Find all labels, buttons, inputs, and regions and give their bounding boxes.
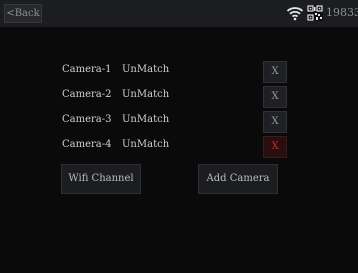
- add-camera-button[interactable]: Add Camera: [198, 164, 278, 194]
- remove-camera-2-button[interactable]: X: [263, 86, 287, 108]
- wifi-icon: [286, 7, 304, 21]
- camera-name: Camera-3: [62, 114, 112, 125]
- camera-status: UnMatch: [122, 89, 170, 100]
- remove-camera-1-button[interactable]: X: [263, 61, 287, 83]
- camera-name: Camera-1: [62, 64, 112, 75]
- camera-name: Camera-2: [62, 89, 112, 100]
- back-button[interactable]: <Back: [4, 4, 42, 23]
- camera-row-4: Camera-4 UnMatch X: [0, 136, 358, 158]
- camera-row-2: Camera-2 UnMatch X: [0, 86, 358, 108]
- camera-status: UnMatch: [122, 114, 170, 125]
- top-bar: <Back 1983397686: [0, 0, 358, 27]
- camera-status: UnMatch: [122, 139, 170, 150]
- remove-camera-3-button[interactable]: X: [263, 111, 287, 133]
- camera-name: Camera-4: [62, 139, 112, 150]
- remove-camera-4-button[interactable]: X: [263, 136, 287, 158]
- qr-code-icon: [307, 5, 323, 21]
- screen: <Back 1983397686 Camera-1 UnMatch X: [0, 0, 358, 273]
- device-serial: 1983397686: [326, 6, 358, 19]
- wifi-channel-button[interactable]: Wifi Channel: [61, 164, 141, 194]
- camera-status: UnMatch: [122, 64, 170, 75]
- camera-row-1: Camera-1 UnMatch X: [0, 61, 358, 83]
- camera-row-3: Camera-3 UnMatch X: [0, 111, 358, 133]
